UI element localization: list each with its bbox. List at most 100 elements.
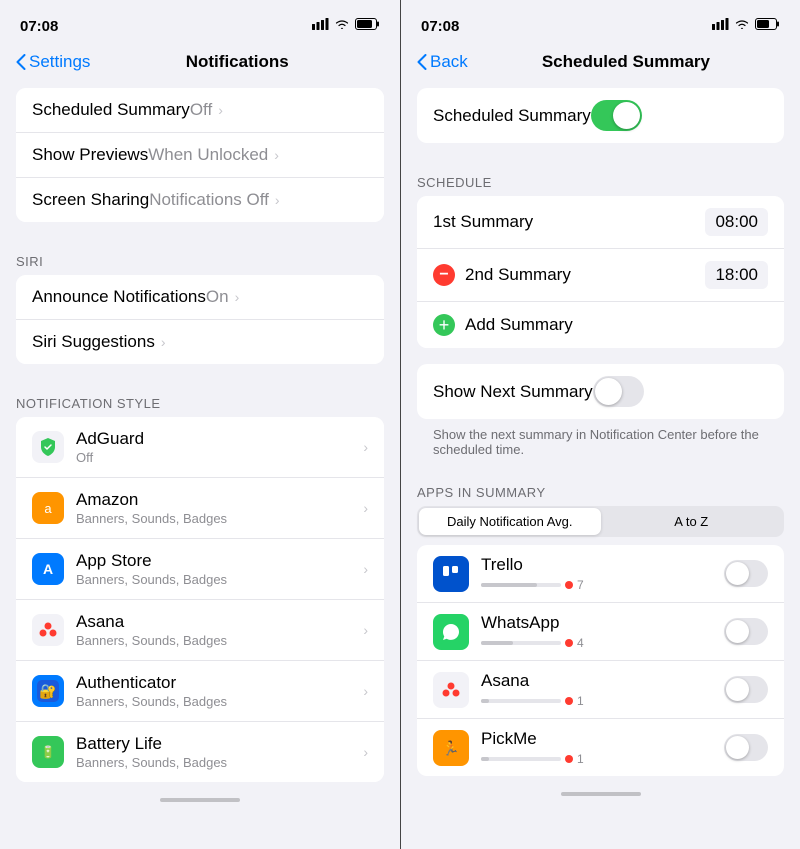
authenticator-name: Authenticator xyxy=(76,673,363,693)
list-item[interactable]: a Amazon Banners, Sounds, Badges › xyxy=(16,478,384,539)
app-store-text: App Store Banners, Sounds, Badges xyxy=(76,551,363,587)
remove-summary-button[interactable]: − xyxy=(433,264,455,286)
asana-name: Asana xyxy=(76,612,363,632)
amazon-icon: a xyxy=(32,492,64,524)
status-time-right: 07:08 xyxy=(421,18,459,35)
apps-card: AdGuard Off › a Amazon Banners, Sounds, … xyxy=(16,417,384,782)
trello-dot xyxy=(565,581,573,589)
scheduled-summary-toggle-item[interactable]: Scheduled Summary xyxy=(417,88,784,143)
trello-toggle[interactable] xyxy=(724,560,768,587)
list-item[interactable]: 🔐 Authenticator Banners, Sounds, Badges … xyxy=(16,661,384,722)
toggle-thumb xyxy=(726,620,749,643)
pickme-icon: 🏃 xyxy=(433,730,469,766)
asana-text: Asana Banners, Sounds, Badges xyxy=(76,612,363,648)
signal-icon xyxy=(312,17,329,35)
asana-dot xyxy=(565,697,573,705)
battery-life-name: Battery Life xyxy=(76,734,363,754)
add-summary-label: Add Summary xyxy=(465,315,573,335)
show-next-summary-toggle[interactable] xyxy=(593,376,644,407)
chevron-icon: › xyxy=(161,334,166,350)
whatsapp-dot xyxy=(565,639,573,647)
asana-icon xyxy=(32,614,64,646)
siri-section-label: SIRI xyxy=(0,238,400,275)
scheduled-summary-value: Off xyxy=(190,100,212,120)
status-bar-left: 07:08 xyxy=(0,0,400,44)
show-previews-item[interactable]: Show Previews When Unlocked › xyxy=(16,133,384,178)
scheduled-summary-item[interactable]: Scheduled Summary Off › xyxy=(16,88,384,133)
scheduled-summary-toggle-label: Scheduled Summary xyxy=(433,106,591,126)
page-title-left: Notifications xyxy=(90,52,384,72)
authenticator-icon: 🔐 xyxy=(32,675,64,707)
trello-name: Trello xyxy=(481,555,724,575)
pickme-bar xyxy=(481,757,561,761)
list-item[interactable]: AdGuard Off › xyxy=(16,417,384,478)
list-item[interactable]: 🔋 Battery Life Banners, Sounds, Badges › xyxy=(16,722,384,782)
trello-bar-fill xyxy=(481,583,537,587)
list-item[interactable]: 🏃 PickMe 1 xyxy=(417,719,784,776)
toggle-thumb xyxy=(595,378,622,405)
announce-notifications-value: On xyxy=(206,287,229,307)
first-summary-time[interactable]: 08:00 xyxy=(705,208,768,236)
chevron-icon: › xyxy=(363,561,368,577)
list-item[interactable]: WhatsApp 4 xyxy=(417,603,784,661)
whatsapp-info: WhatsApp 4 xyxy=(481,613,724,650)
app-store-icon: A xyxy=(32,553,64,585)
amazon-subtitle: Banners, Sounds, Badges xyxy=(76,511,363,526)
authenticator-subtitle: Banners, Sounds, Badges xyxy=(76,694,363,709)
whatsapp-bar-row: 4 xyxy=(481,636,724,650)
screen-sharing-item[interactable]: Screen Sharing Notifications Off › xyxy=(16,178,384,222)
second-summary-time[interactable]: 18:00 xyxy=(705,261,768,289)
pickme-count: 1 xyxy=(577,752,584,766)
list-item[interactable]: Asana 1 xyxy=(417,661,784,719)
right-panel: 07:08 xyxy=(400,0,800,849)
pickme-bar-fill xyxy=(481,757,489,761)
apps-in-summary-label: APPS IN SUMMARY xyxy=(401,469,800,506)
asana-bar-fill xyxy=(481,699,489,703)
amazon-text: Amazon Banners, Sounds, Badges xyxy=(76,490,363,526)
pickme-dot xyxy=(565,755,573,763)
adguard-name: AdGuard xyxy=(76,429,363,449)
pickme-bar-row: 1 xyxy=(481,752,724,766)
status-icons-left xyxy=(312,17,380,35)
main-settings-card: Scheduled Summary Off › Show Previews Wh… xyxy=(16,88,384,222)
chevron-icon: › xyxy=(363,744,368,760)
svg-text:🏃: 🏃 xyxy=(442,740,459,756)
add-summary-item[interactable]: + Add Summary xyxy=(417,302,784,348)
whatsapp-toggle[interactable] xyxy=(724,618,768,645)
trello-info: Trello 7 xyxy=(481,555,724,592)
asana-count: 1 xyxy=(577,694,584,708)
list-item[interactable]: A App Store Banners, Sounds, Badges › xyxy=(16,539,384,600)
list-item[interactable]: Trello 7 xyxy=(417,545,784,603)
adguard-text: AdGuard Off xyxy=(76,429,363,465)
tab-a-to-z[interactable]: A to Z xyxy=(601,508,783,535)
announce-notifications-item[interactable]: Announce Notifications On › xyxy=(16,275,384,320)
add-summary-button[interactable]: + xyxy=(433,314,455,336)
list-item[interactable]: Asana Banners, Sounds, Badges › xyxy=(16,600,384,661)
trello-icon xyxy=(433,556,469,592)
asana-summary-name: Asana xyxy=(481,671,724,691)
asana-toggle[interactable] xyxy=(724,676,768,703)
status-icons-right xyxy=(712,17,780,35)
toggle-thumb xyxy=(726,678,749,701)
scheduled-summary-toggle[interactable] xyxy=(591,100,642,131)
wifi-icon xyxy=(734,17,750,35)
battery-icon xyxy=(755,17,780,35)
summary-apps-card: Trello 7 xyxy=(417,545,784,776)
pickme-toggle[interactable] xyxy=(724,734,768,761)
second-summary-item[interactable]: − 2nd Summary 18:00 xyxy=(417,249,784,302)
back-button-right[interactable]: Back xyxy=(417,52,468,72)
first-summary-item[interactable]: 1st Summary 08:00 xyxy=(417,196,784,249)
scroll-indicator xyxy=(561,792,641,796)
svg-text:🔋: 🔋 xyxy=(41,745,56,759)
show-next-summary-card: Show Next Summary xyxy=(417,364,784,419)
tab-daily-avg[interactable]: Daily Notification Avg. xyxy=(419,508,601,535)
back-button-left[interactable]: Settings xyxy=(16,52,90,72)
show-next-summary-item[interactable]: Show Next Summary xyxy=(417,364,784,419)
siri-suggestions-item[interactable]: Siri Suggestions › xyxy=(16,320,384,364)
authenticator-text: Authenticator Banners, Sounds, Badges xyxy=(76,673,363,709)
show-previews-label: Show Previews xyxy=(32,145,148,165)
chevron-icon: › xyxy=(218,102,223,118)
siri-suggestions-label: Siri Suggestions xyxy=(32,332,155,352)
nav-bar-right: Back Scheduled Summary xyxy=(401,44,800,80)
notification-style-label: NOTIFICATION STYLE xyxy=(0,380,400,417)
